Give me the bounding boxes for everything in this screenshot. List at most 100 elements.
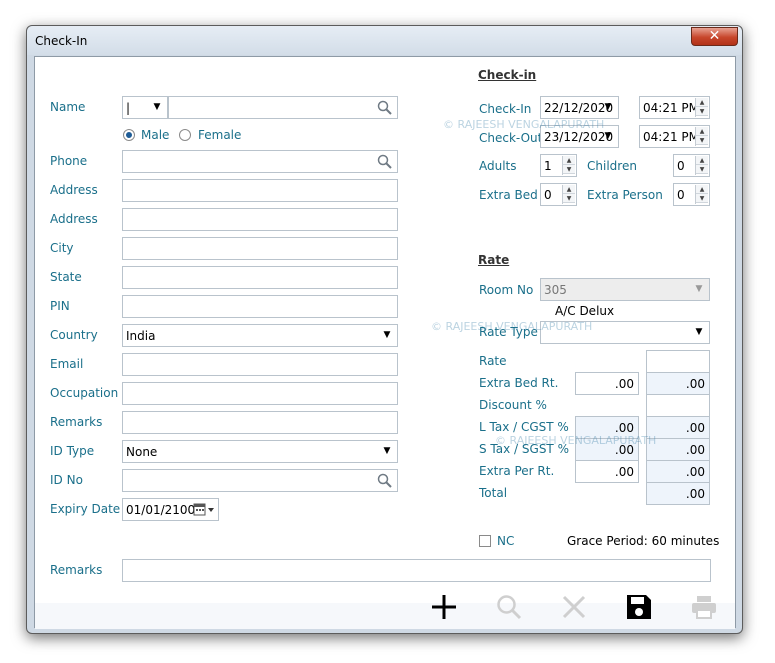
search-icon[interactable] (377, 473, 392, 491)
name-label: Name (50, 100, 86, 114)
extraperson-label: Extra Person (587, 188, 663, 202)
male-radio[interactable] (123, 129, 135, 141)
chevron-down-icon: ▼ (695, 327, 703, 337)
address2-label: Address (50, 212, 98, 226)
total-label: Total (479, 486, 508, 500)
cancel-button[interactable] (554, 591, 594, 625)
pin-input[interactable] (122, 295, 398, 318)
idtype-dropdown[interactable]: None ▼ (122, 440, 398, 463)
extrabedrt-total: .00 (646, 372, 710, 395)
state-input[interactable] (122, 266, 398, 289)
watermark: © RAJEESH VENGALAPURATH (443, 118, 605, 131)
name-prefix-dropdown[interactable]: | ▼ (122, 96, 168, 119)
country-dropdown[interactable]: India ▼ (122, 324, 398, 347)
roomno-label: Room No (479, 283, 534, 297)
extrabedrt-input[interactable]: .00 (575, 372, 639, 395)
calendar-icon[interactable] (193, 502, 215, 520)
search-button[interactable] (489, 591, 529, 625)
female-radio[interactable] (179, 129, 191, 141)
chevron-down-icon: ▼ (604, 102, 612, 112)
idtype-label: ID Type (50, 444, 95, 458)
print-icon (691, 594, 717, 623)
checkin-heading: Check-in (478, 68, 537, 82)
checkin-time-spinner[interactable]: 04:21 PM ▲ ▼ (639, 96, 710, 119)
address1-label: Address (50, 183, 98, 197)
rate-input[interactable] (646, 350, 710, 373)
email-label: Email (50, 357, 84, 371)
save-icon (626, 594, 652, 623)
title-bar: Check-In ✕ (27, 26, 742, 55)
idno-label: ID No (50, 473, 83, 487)
watermark: © RAJEESH VENGALAPURATH (495, 434, 657, 447)
print-button[interactable] (684, 591, 724, 625)
time-spinner-buttons[interactable]: ▲ ▼ (695, 98, 708, 117)
chevron-down-icon: ▼ (604, 131, 612, 141)
extraper-total: .00 (646, 460, 710, 483)
search-icon[interactable] (377, 100, 392, 118)
chevron-down-icon: ▼ (695, 284, 703, 294)
chevron-down-icon: ▼ (383, 446, 391, 456)
remarks-label: Remarks (50, 415, 103, 429)
male-label: Male (141, 128, 170, 142)
city-input[interactable] (122, 237, 398, 260)
total-value-box: .00 (646, 482, 710, 505)
room-type-description: A/C Delux (555, 304, 615, 318)
watermark: © RAJEESH VENGALAPURATH (431, 320, 593, 333)
checkout-label: Check-Out (479, 131, 543, 145)
nc-label: NC (497, 534, 515, 548)
bottom-remarks-label: Remarks (50, 563, 103, 577)
checkin-label: Check-In (479, 102, 532, 116)
email-input[interactable] (122, 353, 398, 376)
grace-period-text: Grace Period: 60 minutes (567, 534, 720, 548)
occupation-input[interactable] (122, 382, 398, 405)
extrabed-label: Extra Bed (479, 188, 538, 202)
adults-label: Adults (479, 159, 517, 173)
ltax-label: L Tax / CGST % (479, 420, 569, 434)
adults-spinner[interactable]: 1 ▲ ▼ (540, 154, 577, 177)
form-area: Name | ▼ Male Female Phone Address Addre… (34, 56, 736, 629)
bottom-remarks-input[interactable] (122, 559, 711, 582)
window-close-button[interactable]: ✕ (691, 27, 738, 46)
idno-input[interactable] (122, 469, 398, 492)
city-label: City (50, 241, 74, 255)
discount-input[interactable] (646, 394, 710, 417)
address2-input[interactable] (122, 208, 398, 231)
nc-checkbox[interactable] (479, 535, 491, 547)
add-icon (431, 594, 457, 623)
occupation-label: Occupation (50, 386, 119, 400)
extraper-input[interactable]: .00 (575, 460, 639, 483)
phone-input[interactable] (122, 150, 398, 173)
search-icon[interactable] (377, 154, 392, 172)
extraperson-spinner[interactable]: 0 ▲ ▼ (673, 183, 710, 206)
search-icon (496, 594, 522, 623)
extrabedrt-label: Extra Bed Rt. (479, 376, 559, 390)
chevron-down-icon: ▼ (383, 330, 391, 340)
name-input[interactable] (168, 96, 398, 119)
checkin-date-picker[interactable]: 22/12/2020 ▼ (540, 96, 619, 119)
chevron-down-icon: ▼ (153, 102, 161, 112)
extrabed-spinner[interactable]: 0 ▲ ▼ (540, 183, 577, 206)
expiry-date-picker[interactable]: 01/01/2100 (122, 498, 219, 521)
children-spinner[interactable]: 0 ▲ ▼ (673, 154, 710, 177)
female-label: Female (198, 128, 242, 142)
state-label: State (50, 270, 82, 284)
close-icon (561, 594, 587, 623)
rate-label: Rate (479, 354, 507, 368)
rate-heading: Rate (478, 253, 510, 267)
checkout-time-spinner[interactable]: 04:21 PM ▲ ▼ (639, 125, 710, 148)
country-label: Country (50, 328, 98, 342)
discount-label: Discount % (479, 398, 547, 412)
expiry-label: Expiry Date (50, 502, 121, 516)
pin-label: PIN (50, 299, 70, 313)
address1-input[interactable] (122, 179, 398, 202)
checkin-window: Check-In ✕ Name | ▼ Male Female Phone Ad… (26, 25, 743, 634)
remarks-input[interactable] (122, 411, 398, 434)
children-label: Children (587, 159, 637, 173)
roomno-dropdown[interactable]: 305 ▼ (540, 278, 710, 301)
add-button[interactable] (424, 591, 464, 625)
time-spinner-buttons[interactable]: ▲ ▼ (695, 127, 708, 146)
save-button[interactable] (619, 591, 659, 625)
phone-label: Phone (50, 154, 88, 168)
extraper-label: Extra Per Rt. (479, 464, 555, 478)
window-title: Check-In (35, 34, 88, 48)
